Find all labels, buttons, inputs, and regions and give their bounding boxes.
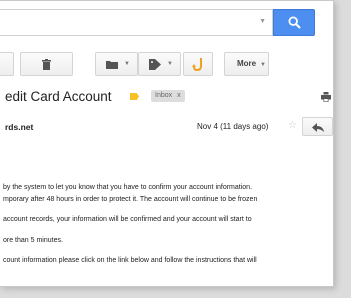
search-icon bbox=[288, 16, 301, 29]
email-subject: edit Card Account bbox=[5, 89, 112, 104]
more-button[interactable]: More ▼ bbox=[224, 52, 269, 76]
inbox-label-text: Inbox bbox=[155, 92, 173, 99]
search-button[interactable] bbox=[273, 9, 315, 36]
star-icon[interactable]: ☆ bbox=[288, 121, 297, 131]
sender-address: rds.net bbox=[5, 122, 34, 132]
delete-button[interactable] bbox=[20, 52, 73, 76]
labels-caret-icon: ▼ bbox=[167, 61, 173, 67]
email-body-line: account records, your information will b… bbox=[3, 216, 252, 223]
move-caret-icon: ▼ bbox=[124, 61, 130, 67]
search-row: ▼ bbox=[0, 9, 333, 37]
tag-icon bbox=[149, 59, 161, 70]
trash-icon bbox=[42, 59, 51, 70]
more-caret-icon: ▼ bbox=[260, 62, 266, 68]
search-options-caret-icon[interactable]: ▼ bbox=[259, 18, 266, 25]
email-body-line: count information please click on the li… bbox=[3, 257, 257, 264]
print-icon[interactable] bbox=[321, 92, 331, 102]
toolbar-button-left[interactable] bbox=[0, 52, 14, 76]
email-body-line: by the system to let you know that you h… bbox=[3, 184, 253, 191]
email-body-line: ore than 5 minutes. bbox=[3, 237, 63, 244]
folder-icon bbox=[106, 61, 118, 69]
reply-button[interactable] bbox=[302, 117, 333, 136]
remove-label-button[interactable]: x bbox=[177, 92, 181, 99]
email-window: ▼ ▼ ▼ More ▼ edit Card Account Inbox x r… bbox=[0, 0, 334, 287]
more-button-label: More bbox=[237, 59, 257, 68]
email-date: Nov 4 (11 days ago) bbox=[197, 122, 269, 131]
labels-button[interactable]: ▼ bbox=[138, 52, 181, 76]
search-input[interactable]: ▼ bbox=[0, 9, 273, 36]
move-to-button[interactable]: ▼ bbox=[95, 52, 138, 76]
reply-icon bbox=[312, 123, 324, 132]
important-label-icon[interactable] bbox=[130, 93, 139, 100]
undo-icon bbox=[192, 58, 202, 72]
inbox-label-chip: Inbox x bbox=[151, 90, 185, 102]
email-body-line: mporary after 48 hours in order to prote… bbox=[3, 196, 258, 203]
undo-button[interactable] bbox=[183, 52, 213, 76]
